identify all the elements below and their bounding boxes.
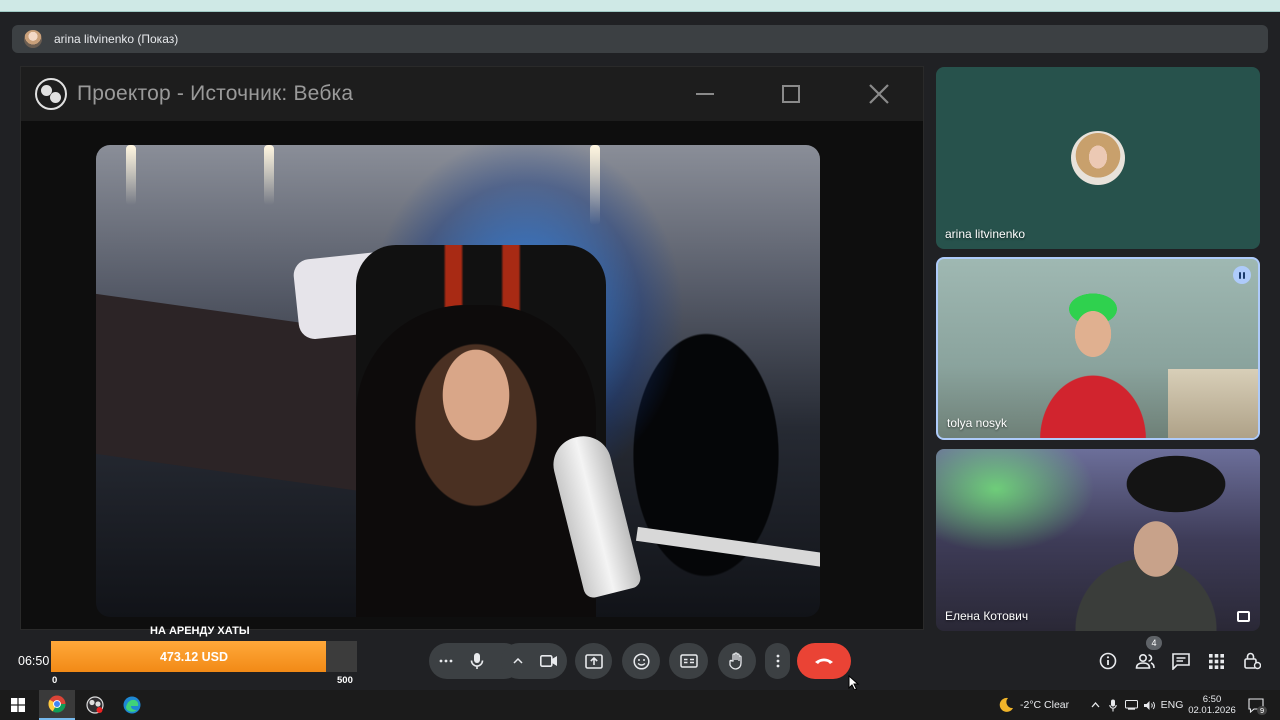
chevron-up-icon — [513, 658, 523, 664]
goal-max: 500 — [337, 675, 353, 686]
obs-window-title: Проектор - Источник: Вебка — [77, 82, 354, 105]
participant-name: Елена Котович — [945, 609, 1029, 623]
taskbar-obs[interactable] — [77, 690, 113, 720]
close-button[interactable] — [849, 67, 909, 121]
more-actions-button[interactable] — [765, 643, 790, 679]
notification-center-button[interactable]: 9 — [1244, 690, 1268, 720]
end-call-icon — [815, 658, 833, 664]
windows-taskbar: -2°C Clear ENG 6:50 02.01.2026 9 — [0, 690, 1280, 720]
notification-count: 9 — [1257, 706, 1268, 715]
raise-hand-button[interactable] — [718, 643, 756, 679]
webcam-video-feed — [96, 145, 820, 617]
people-icon — [1135, 653, 1155, 669]
goal-amount: 473.12 USD — [159, 649, 229, 664]
emoji-icon — [632, 652, 650, 670]
weather-icon — [996, 690, 1016, 720]
donation-goal-bar: 473.12 USD — [51, 641, 357, 672]
captions-icon — [679, 654, 698, 668]
taskbar-clock[interactable]: 6:50 02.01.2026 — [1186, 690, 1238, 720]
taskbar-chrome[interactable] — [39, 690, 75, 720]
avatar — [1071, 131, 1125, 185]
mic-arm — [635, 526, 820, 568]
people-count-badge: 4 — [1146, 636, 1162, 650]
volume-icon[interactable] — [1141, 690, 1157, 720]
present-screen-icon — [584, 653, 603, 669]
participant-name: arina litvinenko — [945, 227, 1026, 241]
wall-lamp — [590, 145, 600, 225]
participant-name: tolya nosyk — [947, 416, 1008, 430]
wall-lamp — [126, 145, 136, 205]
minimize-icon — [696, 93, 714, 95]
taskbar-edge[interactable] — [114, 690, 150, 720]
chat-icon — [1172, 652, 1190, 670]
close-icon — [869, 84, 889, 104]
tray-overflow-chevron-icon[interactable] — [1088, 690, 1102, 720]
meeting-details-button[interactable] — [1099, 650, 1117, 672]
weather-text[interactable]: -2°C Clear — [1020, 690, 1076, 720]
edge-icon — [123, 696, 141, 714]
minimize-button[interactable] — [675, 67, 735, 121]
participant-video — [1018, 279, 1168, 438]
more-options-icon — [439, 659, 453, 663]
presenter-avatar — [24, 30, 42, 48]
host-controls-icon — [1244, 652, 1261, 670]
network-icon[interactable] — [1123, 690, 1139, 720]
presenter-banner: arina litvinenko (Показ) — [12, 25, 1268, 53]
tray-microphone-icon[interactable] — [1106, 690, 1120, 720]
maximize-button[interactable] — [761, 67, 821, 121]
more-vert-icon — [776, 654, 779, 668]
goal-label: НА АРЕНДУ ХАТЫ — [150, 625, 250, 637]
host-controls-button[interactable] — [1243, 650, 1261, 672]
chrome-icon — [48, 695, 66, 713]
wall-lamp — [264, 145, 274, 205]
apps-icon — [1209, 653, 1224, 669]
obs-icon — [86, 696, 104, 714]
chat-button[interactable] — [1172, 650, 1190, 672]
start-button[interactable] — [0, 690, 36, 720]
presenter-label: arina litvinenko (Показ) — [54, 32, 179, 46]
maximize-icon — [782, 85, 800, 103]
obs-logo-icon — [35, 78, 67, 110]
windows-logo-icon — [11, 698, 25, 712]
browser-tab-strip — [0, 0, 1280, 12]
people-button[interactable] — [1135, 650, 1155, 672]
participant-video-background — [1168, 369, 1258, 438]
present-button[interactable] — [575, 643, 612, 679]
clock-time: 6:50 — [1202, 694, 1222, 705]
captions-button[interactable] — [669, 643, 708, 679]
raise-hand-icon — [729, 652, 742, 670]
pip-icon[interactable] — [1237, 611, 1250, 622]
camera-button[interactable] — [533, 643, 565, 679]
info-icon — [1099, 652, 1117, 670]
reactions-button[interactable] — [622, 643, 660, 679]
speaking-indicator-icon — [1233, 266, 1251, 284]
video-options-button[interactable] — [505, 643, 531, 679]
clock-date: 02.01.2026 — [1188, 705, 1236, 716]
obs-title-bar[interactable]: Проектор - Источник: Вебка — [21, 67, 923, 121]
more-options-button[interactable] — [429, 643, 463, 679]
microphone-icon — [470, 653, 484, 669]
participant-video — [1056, 449, 1256, 631]
participant-tile[interactable]: Елена Котович — [936, 449, 1260, 631]
input-language[interactable]: ENG — [1160, 690, 1184, 720]
clock-overlay: 06:50 — [18, 654, 50, 668]
microphone-button[interactable] — [461, 643, 493, 679]
obs-projector-window: Проектор - Источник: Вебка — [20, 66, 924, 630]
camera-icon — [540, 655, 557, 667]
activities-button[interactable] — [1209, 650, 1224, 672]
participant-tile-speaking[interactable]: tolya nosyk — [936, 257, 1260, 440]
participant-tile[interactable]: arina litvinenko — [936, 67, 1260, 249]
mouse-cursor-icon — [848, 675, 860, 691]
goal-min: 0 — [52, 675, 58, 686]
end-call-button[interactable] — [797, 643, 851, 679]
